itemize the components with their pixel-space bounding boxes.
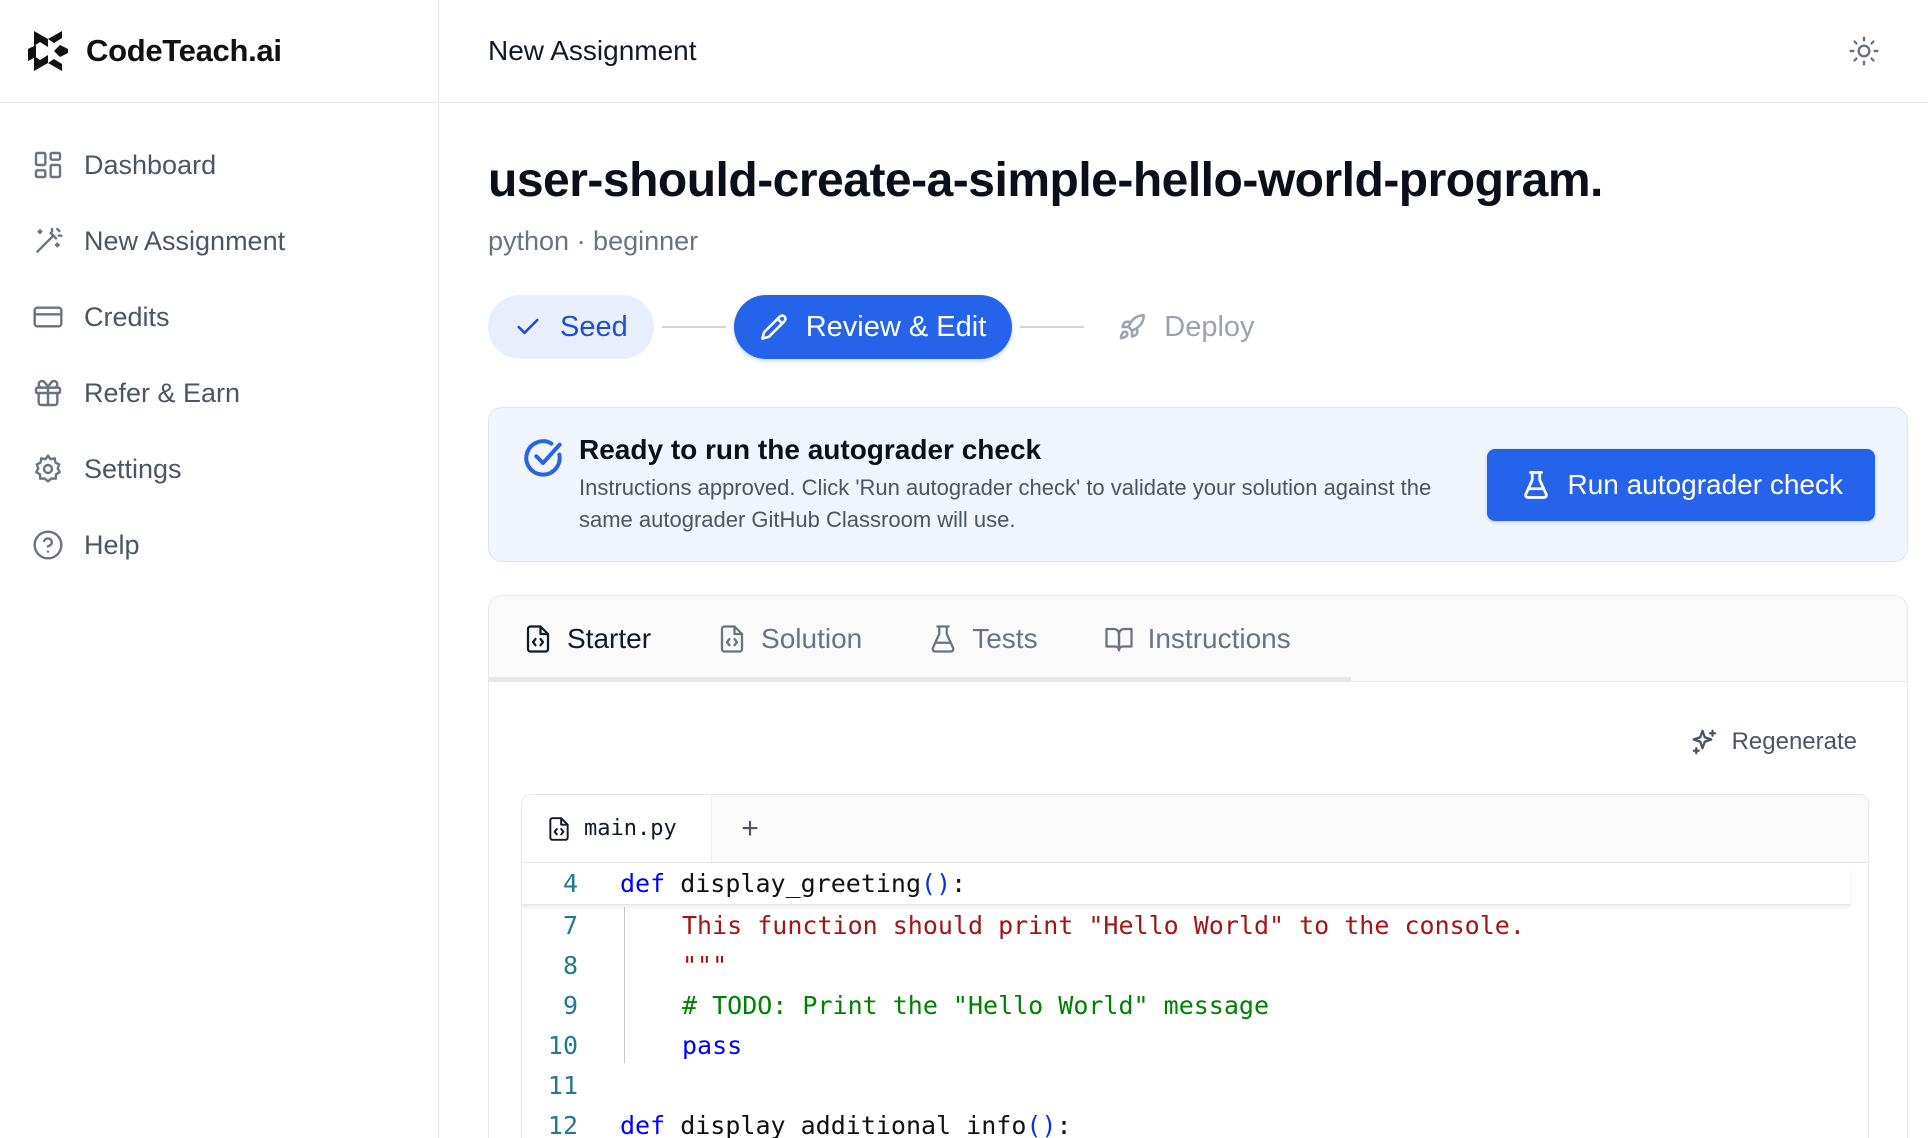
line-number: 11 — [547, 1070, 578, 1100]
step-label: Deploy — [1164, 310, 1255, 343]
line-number: 4 — [562, 869, 578, 898]
file-tab-label: main.py — [584, 816, 677, 841]
sidebar-item-refer-earn[interactable]: Refer & Earn — [0, 355, 438, 431]
codeteach-logo-icon — [28, 31, 68, 71]
run-autograder-label: Run autograder check — [1567, 468, 1843, 500]
step-review-edit[interactable]: Review & Edit — [733, 295, 1013, 359]
autograder-notice: Ready to run the autograder check Instru… — [488, 407, 1908, 562]
file-tab-main-py[interactable]: main.py — [522, 795, 712, 862]
gift-icon — [34, 379, 62, 407]
line-source: """ — [682, 950, 728, 980]
file-code-icon — [720, 624, 744, 653]
code-line: 8 """ — [522, 945, 1868, 985]
line-source: pass — [682, 1030, 743, 1060]
theme-toggle-button[interactable] — [1844, 31, 1884, 71]
code-line: 12 def display_additional_info(): — [522, 1105, 1868, 1138]
magic-wand-icon — [36, 227, 63, 253]
check-circle-icon — [523, 438, 563, 478]
sidebar-item-settings[interactable]: Settings — [0, 431, 438, 507]
rocket-icon — [1119, 314, 1146, 340]
sidebar: CodeTeach.ai Dashboard New Assignment Cr… — [0, 0, 439, 1138]
notice-description: Instructions approved. Click 'Run autogr… — [579, 474, 1432, 532]
page-subtitle: python · beginner — [488, 226, 699, 256]
sidebar-item-label: Refer & Earn — [84, 377, 241, 408]
book-open-icon — [1104, 627, 1133, 651]
sidebar-item-new-assignment[interactable]: New Assignment — [0, 203, 438, 279]
step-seed[interactable]: Seed — [488, 295, 654, 359]
code-area[interactable]: 4 def display_greeting(): 7 This functio… — [522, 863, 1868, 1138]
sidebar-item-dashboard[interactable]: Dashboard — [0, 127, 438, 203]
sidebar-item-label: Settings — [84, 453, 182, 484]
tab-solution[interactable]: Solution — [717, 623, 862, 655]
check-icon — [517, 318, 539, 335]
step-deploy[interactable]: Deploy — [1092, 295, 1280, 359]
tab-tests[interactable]: Tests — [928, 622, 1038, 655]
regenerate-button[interactable]: Regenerate — [1690, 727, 1857, 757]
add-file-button[interactable]: + — [712, 795, 788, 862]
code-editor[interactable]: main.py + 4 def display_greeting(): 7 Th… — [521, 794, 1869, 1138]
file-code-icon — [526, 624, 550, 653]
pencil-icon — [760, 314, 787, 340]
line-number: 9 — [562, 990, 578, 1020]
tab-label: Instructions — [1147, 622, 1291, 654]
stepper: Seed Review & Edit Deploy — [488, 295, 1908, 359]
sidebar-item-help[interactable]: Help — [0, 507, 438, 583]
sidebar-item-label: Dashboard — [84, 149, 217, 180]
code-line-sticky: 4 def display_greeting(): — [522, 863, 1850, 905]
flask-icon — [931, 624, 955, 653]
brand-name: CodeTeach.ai — [86, 33, 282, 68]
tab-label: Solution — [761, 622, 863, 654]
line-number: 7 — [562, 910, 578, 940]
line-source: This function should print "Hello World"… — [682, 910, 1525, 940]
line-number: 8 — [562, 950, 578, 980]
dashboard-icon — [34, 151, 62, 179]
sidebar-nav: Dashboard New Assignment Credits Refer &… — [0, 103, 438, 583]
notice-title: Ready to run the autograder check — [579, 433, 1042, 465]
gear-icon — [35, 454, 61, 483]
help-circle-icon — [33, 530, 63, 560]
page-title: user-should-create-a-simple-hello-world-… — [488, 154, 1603, 207]
tab-label: Tests — [972, 622, 1038, 654]
step-label: Review & Edit — [805, 310, 987, 343]
sun-icon — [1849, 36, 1879, 66]
line-number: 10 — [547, 1030, 578, 1060]
line-source: # TODO: Print the "Hello World" message — [682, 990, 1269, 1020]
step-connector — [1020, 326, 1085, 328]
header-title: New Assignment — [488, 35, 697, 66]
run-autograder-button[interactable]: Run autograder check — [1487, 448, 1875, 521]
sparkles-icon — [1692, 729, 1716, 755]
code-line: 9 # TODO: Print the "Hello World" messag… — [522, 985, 1868, 1025]
line-source: def display_additional_info(): — [620, 1110, 1072, 1138]
brand[interactable]: CodeTeach.ai — [0, 0, 438, 103]
tab-label: Starter — [567, 622, 652, 654]
sidebar-item-label: New Assignment — [84, 225, 286, 256]
panel-tabs: Starter Solution Tests Instructions — [489, 596, 1907, 682]
line-source: def display_greeting(): — [620, 869, 967, 898]
top-header: New Assignment — [440, 0, 1928, 103]
sidebar-item-credits[interactable]: Credits — [0, 279, 438, 355]
notice-text: Ready to run the autograder check Instru… — [579, 434, 1487, 536]
main-content: user-should-create-a-simple-hello-world-… — [488, 103, 1908, 1138]
code-line: 7 This function should print "Hello Worl… — [522, 905, 1868, 945]
file-panel: Starter Solution Tests Instructions Rege… — [488, 595, 1908, 1138]
code-line: 11 — [522, 1065, 1868, 1105]
editor-file-tabs: main.py + — [522, 795, 1868, 863]
code-line: 10 pass — [522, 1025, 1868, 1065]
file-code-icon — [549, 816, 569, 841]
credit-card-icon — [33, 306, 63, 328]
line-number: 12 — [547, 1110, 578, 1138]
sidebar-item-label: Help — [84, 529, 140, 560]
flask-icon — [1524, 470, 1549, 499]
tabs-underline — [489, 677, 1351, 682]
tab-instructions[interactable]: Instructions — [1104, 623, 1291, 655]
sidebar-item-label: Credits — [84, 301, 170, 332]
regenerate-label: Regenerate — [1731, 728, 1857, 755]
step-label: Seed — [560, 310, 628, 343]
tab-starter[interactable]: Starter — [523, 623, 651, 655]
step-connector — [661, 326, 726, 328]
